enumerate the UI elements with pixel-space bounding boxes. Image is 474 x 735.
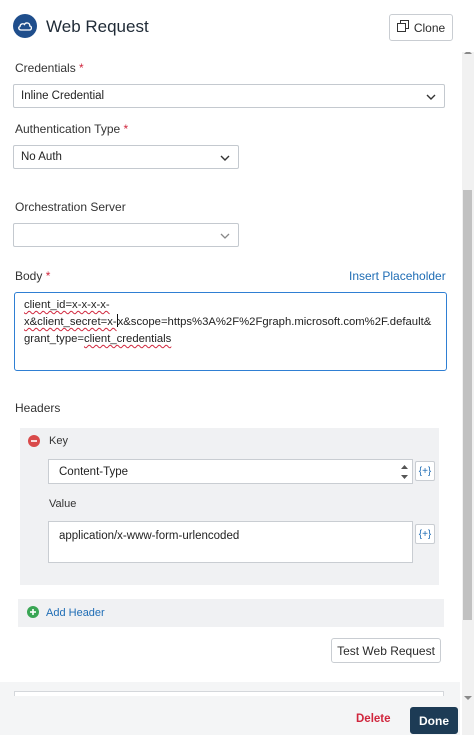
delete-button[interactable]: Delete: [356, 713, 391, 725]
done-button[interactable]: Done: [410, 707, 458, 734]
credentials-select[interactable]: Inline Credential: [13, 84, 445, 108]
orchestration-server-select[interactable]: [13, 223, 239, 247]
add-header-icon[interactable]: [27, 606, 39, 621]
add-header-link[interactable]: Add Header: [46, 607, 105, 619]
body-line-1: client_id=x-x-x-x-: [24, 299, 110, 311]
test-web-request-button[interactable]: Test Web Request: [331, 638, 441, 663]
key-label: Key: [49, 435, 68, 447]
stepper-icon[interactable]: [401, 463, 408, 484]
body-line-2: x&client_secret=x-x&scope=https%3A%2F%2F…: [24, 314, 432, 328]
scroll-down-icon[interactable]: [464, 690, 472, 704]
headers-label: Headers: [15, 401, 61, 415]
page-title: Web Request: [46, 17, 149, 36]
remove-header-icon[interactable]: [28, 435, 40, 450]
key-input[interactable]: Content-Type: [48, 459, 413, 484]
auth-type-label: Authentication Type *: [15, 122, 129, 136]
value-input[interactable]: application/x-www-form-urlencoded: [48, 521, 413, 563]
body-line-3: grant_type=client_credentials: [24, 333, 172, 345]
value-text: application/x-www-form-urlencoded: [59, 530, 240, 542]
value-insert-param-button[interactable]: {+}: [415, 524, 435, 544]
orchestration-server-label: Orchestration Server: [15, 200, 126, 214]
auth-type-value: No Auth: [21, 151, 62, 163]
next-field-edge: [14, 691, 444, 696]
cloud-icon: [13, 14, 37, 38]
credentials-value: Inline Credential: [21, 90, 105, 102]
chevron-down-icon: [220, 153, 230, 165]
body-label: Body *: [15, 269, 51, 283]
chevron-down-icon: [426, 92, 436, 104]
key-value: Content-Type: [59, 466, 129, 478]
value-label: Value: [49, 498, 77, 510]
auth-type-select[interactable]: No Auth: [13, 145, 239, 169]
insert-placeholder-link[interactable]: Insert Placeholder: [349, 269, 446, 283]
clone-icon: [396, 20, 414, 35]
key-insert-param-button[interactable]: {+}: [415, 461, 435, 481]
footer-bar: [0, 682, 460, 735]
clone-button[interactable]: Clone: [389, 14, 453, 41]
clone-label: Clone: [413, 20, 446, 35]
scrollbar-thumb[interactable]: [463, 190, 472, 620]
credentials-label: Credentials *: [15, 61, 84, 75]
body-textarea[interactable]: client_id=x-x-x-x- x&client_secret=x-x&s…: [14, 292, 447, 371]
chevron-down-icon: [220, 231, 230, 243]
